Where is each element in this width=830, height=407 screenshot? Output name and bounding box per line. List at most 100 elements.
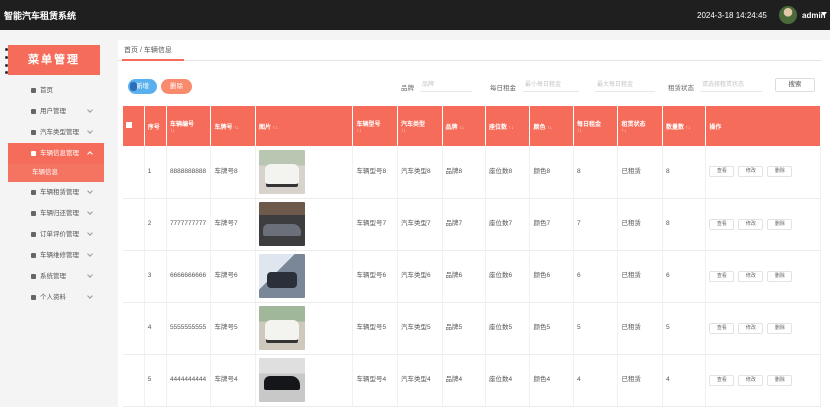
view-button[interactable]: 查看	[709, 218, 735, 230]
sidebar-item-label: 系统管理	[40, 273, 66, 280]
avatar[interactable]	[779, 6, 797, 24]
search-button[interactable]: 搜索	[775, 78, 815, 92]
chevron-icon	[87, 272, 93, 278]
vehicle-table: 序号 车辆编号 ↑↓ 车牌号 ↑↓ 图片 ↑↓ 车辆型号 ↑↓ 汽车类型 ↑↓ 品牌 …	[123, 106, 821, 407]
col-header-image[interactable]: 图片 ↑↓	[255, 106, 354, 146]
cell-type: 汽车类型6	[397, 250, 443, 303]
chevron-icon	[87, 209, 93, 215]
chevron-down-icon[interactable]	[821, 12, 827, 16]
edit-button[interactable]: 修改	[738, 270, 764, 282]
view-button[interactable]: 查看	[709, 166, 735, 178]
cell-rent: 6	[573, 250, 619, 303]
cell-actions: 查看 修改 删除	[705, 250, 821, 303]
delete-button[interactable]: 删除	[161, 79, 192, 94]
sidebar-item-3[interactable]: 车辆信息管理	[8, 143, 104, 164]
cell-image	[255, 146, 354, 199]
cell-brand: 品牌8	[442, 146, 486, 199]
vehicle-photo	[258, 306, 305, 350]
max-rent-input[interactable]: 最大每日租金	[595, 78, 655, 92]
vehicle-photo	[258, 358, 305, 402]
delete-row-button[interactable]: 删除	[767, 270, 793, 282]
chevron-icon	[87, 188, 93, 194]
status-filter-select[interactable]: 请选择租赁状态	[700, 78, 762, 92]
col-header-model[interactable]: 车辆型号 ↑↓	[352, 106, 398, 146]
cell-code: 4444444444	[166, 354, 212, 407]
view-button[interactable]: 查看	[709, 322, 735, 334]
cursor-icon	[130, 82, 137, 91]
cell-brand: 品牌6	[442, 250, 486, 303]
edit-button[interactable]: 修改	[738, 322, 764, 334]
cell-image	[255, 354, 354, 407]
sidebar-item-label: 个人资料	[40, 294, 66, 301]
table-row[interactable]: 1 8888888888 车牌号8 车辆型号8 汽车类型8 品牌8 座位数8 颜色8 8 已租赁 8…	[123, 146, 821, 199]
col-header-seats[interactable]: 座位数 ↑↓	[485, 106, 531, 146]
status-filter-label: 租赁状态	[668, 85, 694, 92]
delete-row-button[interactable]: 删除	[767, 166, 793, 178]
col-header-qty[interactable]: 数量数 ↑↓	[662, 106, 707, 146]
sidebar-item-5[interactable]: 车辆归还管理	[8, 203, 104, 224]
cell-code: 7777777777	[166, 198, 212, 251]
chevron-icon	[87, 128, 93, 134]
datetime-display: 2024-3-18 14:24:45	[697, 11, 767, 20]
cell-status: 已租赁	[617, 250, 663, 303]
sidebar-item-label: 汽车类型管理	[40, 129, 79, 136]
delete-row-button[interactable]: 删除	[767, 374, 793, 386]
table-row[interactable]: 4 5555555555 车牌号5 车辆型号5 汽车类型5 品牌5 座位数5 颜色5 5 已租赁 5…	[123, 302, 821, 355]
view-button[interactable]: 查看	[709, 374, 735, 386]
row-checkbox[interactable]	[123, 302, 145, 355]
col-header-rent[interactable]: 每日租金 ↑↓	[573, 106, 619, 146]
cell-image	[255, 302, 354, 355]
cell-code: 6666666666	[166, 250, 212, 303]
cell-model: 车辆型号5	[352, 302, 398, 355]
col-header-status[interactable]: 租赁状态 ↑↓	[617, 106, 663, 146]
col-header-brand[interactable]: 品牌 ↑↓	[442, 106, 486, 146]
delete-row-button[interactable]: 删除	[767, 322, 793, 334]
select-all-checkbox[interactable]	[123, 106, 145, 146]
sidebar-item-6[interactable]: 订单评价管理	[8, 224, 104, 245]
row-checkbox[interactable]	[123, 198, 145, 251]
edit-button[interactable]: 修改	[738, 166, 764, 178]
sidebar-item-1[interactable]: 用户管理	[8, 101, 104, 122]
sidebar-item-2[interactable]: 汽车类型管理	[8, 122, 104, 143]
sidebar-item-8[interactable]: 系统管理	[8, 266, 104, 287]
edit-button[interactable]: 修改	[738, 218, 764, 230]
col-header-type[interactable]: 汽车类型 ↑↓	[397, 106, 443, 146]
cell-model: 车辆型号7	[352, 198, 398, 251]
table-row[interactable]: 2 7777777777 车牌号7 车辆型号7 汽车类型7 品牌7 座位数7 颜色7 7 已租赁 8…	[123, 198, 821, 251]
sidebar-item-4[interactable]: 车辆租赁管理	[8, 182, 104, 203]
cell-model: 车辆型号6	[352, 250, 398, 303]
table-row[interactable]: 5 4444444444 车牌号4 车辆型号4 汽车类型4 品牌4 座位数4 颜色4 4 已租赁 4…	[123, 354, 821, 407]
view-button[interactable]: 查看	[709, 270, 735, 282]
sidebar-subitem-vehicle-info[interactable]: 车辆信息	[8, 164, 104, 182]
cell-actions: 查看 修改 删除	[705, 198, 821, 251]
cell-plate: 车牌号4	[210, 354, 256, 407]
row-checkbox[interactable]	[123, 354, 145, 407]
sidebar-item-0[interactable]: 首页	[8, 80, 104, 101]
cell-status: 已租赁	[617, 198, 663, 251]
col-header-color[interactable]: 颜色 ↑↓	[529, 106, 574, 146]
cell-plate: 车牌号8	[210, 146, 256, 199]
col-header-code[interactable]: 车辆编号 ↑↓	[166, 106, 212, 146]
table-row[interactable]: 3 6666666666 车牌号6 车辆型号6 汽车类型6 品牌6 座位数6 颜色6 6 已租赁 6…	[123, 250, 821, 303]
cell-brand: 品牌7	[442, 198, 486, 251]
delete-row-button[interactable]: 删除	[767, 218, 793, 230]
sidebar-item-7[interactable]: 车辆维修管理	[8, 245, 104, 266]
cell-plate: 车牌号6	[210, 250, 256, 303]
main-panel: 首页 / 车辆信息 新增 删除 品牌 品牌 每日租金 最小每日租金 最大每日租金…	[118, 40, 830, 407]
col-header-plate[interactable]: 车牌号 ↑↓	[210, 106, 256, 146]
sidebar-item-9[interactable]: 个人资料	[8, 287, 104, 308]
profile-icon	[31, 295, 36, 300]
min-rent-input[interactable]: 最小每日租金	[523, 78, 579, 92]
chevron-icon	[87, 230, 93, 236]
chevron-icon	[87, 251, 93, 257]
edit-button[interactable]: 修改	[738, 374, 764, 386]
brand-filter-input[interactable]: 品牌	[420, 78, 472, 92]
row-checkbox[interactable]	[123, 146, 145, 199]
add-button[interactable]: 新增	[128, 79, 157, 94]
menu-banner: 菜单管理	[5, 45, 100, 75]
breadcrumb[interactable]: 首页 / 车辆信息	[124, 45, 172, 55]
vehicle-photo	[258, 202, 305, 246]
cell-seats: 座位数5	[485, 302, 531, 355]
cell-status: 已租赁	[617, 146, 663, 199]
row-checkbox[interactable]	[123, 250, 145, 303]
